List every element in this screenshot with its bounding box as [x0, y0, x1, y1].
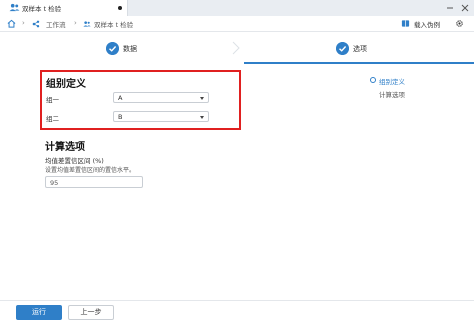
chevron-down-icon [200, 97, 204, 100]
breadcrumb-current: 双样本 t 检验 [94, 21, 134, 29]
close-icon[interactable] [461, 4, 469, 12]
group1-select[interactable]: A [113, 92, 209, 103]
side-nav-group-def[interactable]: 组别定义 [379, 76, 405, 86]
breadcrumb-separator: › [74, 19, 77, 27]
side-nav-calc[interactable]: 计算选项 [379, 89, 405, 99]
book-icon[interactable] [401, 19, 410, 28]
ci-input[interactable]: 95 [45, 176, 143, 188]
nav-active-icon [370, 77, 376, 83]
workflow-icon [32, 20, 40, 28]
run-button[interactable]: 运行 [16, 305, 62, 320]
section-title-calc: 计算选项 [45, 142, 85, 153]
minimize-icon[interactable] [446, 4, 454, 12]
tab-bar: 双样本 t 检验 [0, 0, 474, 16]
group2-select[interactable]: B [113, 111, 209, 122]
active-step-indicator [244, 62, 474, 64]
group2-label: 组二 [46, 115, 59, 123]
gear-icon[interactable] [455, 19, 464, 28]
tab-two-sample-t-test[interactable]: 双样本 t 检验 [0, 0, 128, 16]
step-options[interactable]: 选项 [353, 44, 367, 54]
chevron-down-icon [200, 116, 204, 119]
users-icon [83, 21, 91, 27]
breadcrumb-workflow[interactable]: 工作流 [46, 19, 66, 29]
group2-value: B [118, 113, 123, 121]
import-example-button[interactable]: 载入伪例 [414, 19, 440, 29]
breadcrumb-separator: › [22, 19, 25, 27]
home-icon[interactable] [7, 19, 16, 28]
users-icon [9, 3, 20, 12]
chevron-right-icon [232, 41, 240, 55]
section-title-group-def: 组别定义 [46, 79, 86, 90]
group1-value: A [118, 94, 123, 102]
ci-label: 均值差置信区间 (%) [45, 157, 104, 165]
group1-label: 组一 [46, 96, 59, 104]
ci-hint: 设置均值差置信区间的置信水平。 [45, 167, 136, 174]
step-check-icon [336, 42, 349, 55]
step-data[interactable]: 数据 [123, 44, 137, 54]
previous-step-button[interactable]: 上一步 [68, 305, 114, 320]
tab-title: 双样本 t 检验 [22, 5, 62, 13]
unsaved-dot-icon[interactable] [118, 6, 122, 10]
step-check-icon [106, 42, 119, 55]
toolbar: › 工作流 › 双样本 t 检验 载入伪例 [0, 16, 474, 32]
